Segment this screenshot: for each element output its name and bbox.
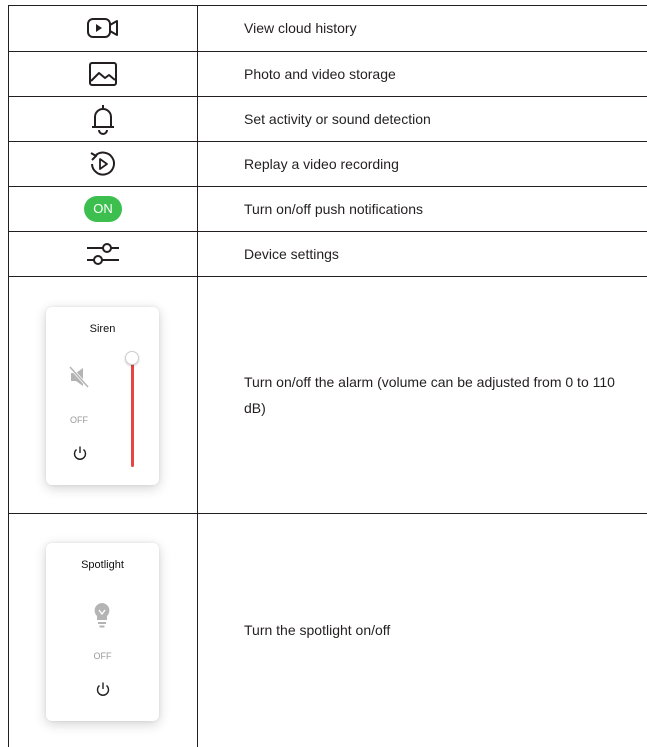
table-row: ON Turn on/off push notifications	[8, 186, 647, 231]
on-toggle: ON	[84, 195, 122, 222]
lightbulb-icon	[94, 603, 110, 628]
row-description: View cloud history	[244, 20, 357, 36]
table-row: Spotlight OFF Turn the spotlight on/off	[8, 513, 647, 747]
bell-icon	[92, 104, 114, 135]
volume-slider-fill	[131, 357, 134, 467]
speaker-muted-icon	[68, 365, 90, 389]
row-description: Replay a video recording	[244, 155, 399, 172]
table-row: View cloud history	[8, 5, 647, 51]
replay-icon	[90, 151, 115, 176]
row-description: Set activity or sound detection	[244, 110, 431, 127]
power-icon[interactable]	[95, 681, 111, 697]
power-icon[interactable]	[72, 445, 88, 461]
row-description: Photo and video storage	[244, 65, 396, 82]
spotlight-card: Spotlight OFF	[46, 543, 159, 721]
table-row: Replay a video recording	[8, 141, 647, 186]
row-description: Turn on/off the alarm (volume can be adj…	[244, 373, 615, 416]
row-description: Device settings	[244, 245, 339, 262]
row-description: Turn on/off push notifications	[244, 200, 423, 217]
camera-cloud-icon	[87, 18, 118, 38]
volume-slider-track[interactable]	[131, 357, 134, 467]
sliders-icon	[87, 242, 119, 265]
siren-status: OFF	[70, 415, 88, 425]
spotlight-status: OFF	[93, 651, 112, 661]
spotlight-title: Spotlight	[81, 559, 124, 571]
row-description: Turn the spotlight on/off	[244, 622, 391, 638]
image-icon	[89, 61, 117, 86]
icon-legend-table: View cloud history Photo and video stora…	[0, 0, 647, 747]
table-row: Device settings	[8, 231, 647, 276]
siren-card: Siren OFF	[46, 307, 159, 485]
table-row: Siren OFF Turn on/off the alarm (volume …	[8, 276, 647, 513]
table-row: Set activity or sound detection	[8, 96, 647, 141]
table-row: Photo and video storage	[8, 51, 647, 96]
siren-title: Siren	[89, 323, 116, 335]
volume-slider-knob[interactable]	[125, 351, 139, 365]
